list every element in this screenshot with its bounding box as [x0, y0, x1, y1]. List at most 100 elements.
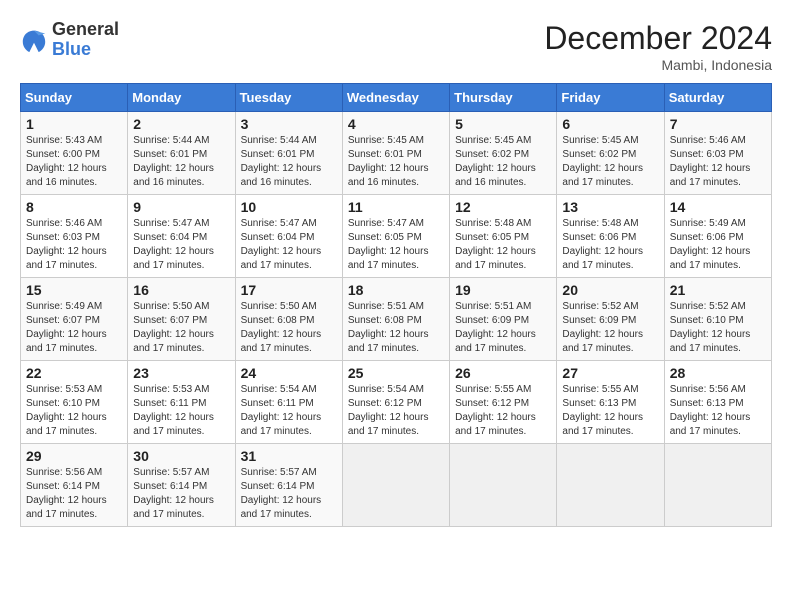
table-row: 16 Sunrise: 5:50 AM Sunset: 6:07 PM Dayl…	[128, 278, 235, 361]
col-saturday: Saturday	[664, 84, 771, 112]
col-sunday: Sunday	[21, 84, 128, 112]
day-number: 26	[455, 365, 551, 381]
day-info: Sunrise: 5:57 AM Sunset: 6:14 PM Dayligh…	[133, 466, 229, 522]
calendar-week-row: 22 Sunrise: 5:53 AM Sunset: 6:10 PM Dayl…	[21, 361, 772, 444]
calendar-week-row: 1 Sunrise: 5:43 AM Sunset: 6:00 PM Dayli…	[21, 112, 772, 195]
day-number: 1	[26, 116, 122, 132]
calendar-week-row: 15 Sunrise: 5:49 AM Sunset: 6:07 PM Dayl…	[21, 278, 772, 361]
day-number: 7	[670, 116, 766, 132]
table-row: 31 Sunrise: 5:57 AM Sunset: 6:14 PM Dayl…	[235, 444, 342, 527]
logo-general: General	[52, 20, 119, 40]
day-info: Sunrise: 5:46 AM Sunset: 6:03 PM Dayligh…	[670, 134, 766, 190]
location-subtitle: Mambi, Indonesia	[544, 57, 772, 73]
table-row: 4 Sunrise: 5:45 AM Sunset: 6:01 PM Dayli…	[342, 112, 449, 195]
table-row: 18 Sunrise: 5:51 AM Sunset: 6:08 PM Dayl…	[342, 278, 449, 361]
day-info: Sunrise: 5:54 AM Sunset: 6:11 PM Dayligh…	[241, 383, 337, 439]
day-number: 16	[133, 282, 229, 298]
day-info: Sunrise: 5:56 AM Sunset: 6:13 PM Dayligh…	[670, 383, 766, 439]
table-row: 13 Sunrise: 5:48 AM Sunset: 6:06 PM Dayl…	[557, 195, 664, 278]
day-info: Sunrise: 5:49 AM Sunset: 6:07 PM Dayligh…	[26, 300, 122, 356]
day-info: Sunrise: 5:53 AM Sunset: 6:11 PM Dayligh…	[133, 383, 229, 439]
day-number: 11	[348, 199, 444, 215]
day-info: Sunrise: 5:52 AM Sunset: 6:10 PM Dayligh…	[670, 300, 766, 356]
table-row: 9 Sunrise: 5:47 AM Sunset: 6:04 PM Dayli…	[128, 195, 235, 278]
table-row: 6 Sunrise: 5:45 AM Sunset: 6:02 PM Dayli…	[557, 112, 664, 195]
day-number: 4	[348, 116, 444, 132]
day-number: 8	[26, 199, 122, 215]
day-number: 17	[241, 282, 337, 298]
table-row: 2 Sunrise: 5:44 AM Sunset: 6:01 PM Dayli…	[128, 112, 235, 195]
table-row	[557, 444, 664, 527]
day-info: Sunrise: 5:56 AM Sunset: 6:14 PM Dayligh…	[26, 466, 122, 522]
calendar-table: Sunday Monday Tuesday Wednesday Thursday…	[20, 83, 772, 527]
day-number: 20	[562, 282, 658, 298]
day-number: 10	[241, 199, 337, 215]
table-row: 23 Sunrise: 5:53 AM Sunset: 6:11 PM Dayl…	[128, 361, 235, 444]
day-number: 6	[562, 116, 658, 132]
day-info: Sunrise: 5:43 AM Sunset: 6:00 PM Dayligh…	[26, 134, 122, 190]
table-row: 11 Sunrise: 5:47 AM Sunset: 6:05 PM Dayl…	[342, 195, 449, 278]
day-info: Sunrise: 5:51 AM Sunset: 6:09 PM Dayligh…	[455, 300, 551, 356]
col-monday: Monday	[128, 84, 235, 112]
table-row: 29 Sunrise: 5:56 AM Sunset: 6:14 PM Dayl…	[21, 444, 128, 527]
table-row: 3 Sunrise: 5:44 AM Sunset: 6:01 PM Dayli…	[235, 112, 342, 195]
table-row: 24 Sunrise: 5:54 AM Sunset: 6:11 PM Dayl…	[235, 361, 342, 444]
day-number: 14	[670, 199, 766, 215]
table-row: 14 Sunrise: 5:49 AM Sunset: 6:06 PM Dayl…	[664, 195, 771, 278]
day-info: Sunrise: 5:55 AM Sunset: 6:13 PM Dayligh…	[562, 383, 658, 439]
day-number: 13	[562, 199, 658, 215]
calendar-week-row: 8 Sunrise: 5:46 AM Sunset: 6:03 PM Dayli…	[21, 195, 772, 278]
day-info: Sunrise: 5:50 AM Sunset: 6:07 PM Dayligh…	[133, 300, 229, 356]
table-row: 17 Sunrise: 5:50 AM Sunset: 6:08 PM Dayl…	[235, 278, 342, 361]
day-number: 12	[455, 199, 551, 215]
table-row: 26 Sunrise: 5:55 AM Sunset: 6:12 PM Dayl…	[450, 361, 557, 444]
day-info: Sunrise: 5:47 AM Sunset: 6:04 PM Dayligh…	[133, 217, 229, 273]
day-info: Sunrise: 5:54 AM Sunset: 6:12 PM Dayligh…	[348, 383, 444, 439]
table-row: 30 Sunrise: 5:57 AM Sunset: 6:14 PM Dayl…	[128, 444, 235, 527]
day-number: 29	[26, 448, 122, 464]
table-row: 10 Sunrise: 5:47 AM Sunset: 6:04 PM Dayl…	[235, 195, 342, 278]
day-info: Sunrise: 5:51 AM Sunset: 6:08 PM Dayligh…	[348, 300, 444, 356]
table-row: 21 Sunrise: 5:52 AM Sunset: 6:10 PM Dayl…	[664, 278, 771, 361]
day-number: 5	[455, 116, 551, 132]
table-row: 25 Sunrise: 5:54 AM Sunset: 6:12 PM Dayl…	[342, 361, 449, 444]
day-info: Sunrise: 5:45 AM Sunset: 6:02 PM Dayligh…	[562, 134, 658, 190]
day-info: Sunrise: 5:48 AM Sunset: 6:06 PM Dayligh…	[562, 217, 658, 273]
day-info: Sunrise: 5:44 AM Sunset: 6:01 PM Dayligh…	[133, 134, 229, 190]
col-wednesday: Wednesday	[342, 84, 449, 112]
day-number: 2	[133, 116, 229, 132]
day-info: Sunrise: 5:44 AM Sunset: 6:01 PM Dayligh…	[241, 134, 337, 190]
table-row	[664, 444, 771, 527]
month-title: December 2024	[544, 20, 772, 57]
day-number: 24	[241, 365, 337, 381]
day-number: 15	[26, 282, 122, 298]
calendar-week-row: 29 Sunrise: 5:56 AM Sunset: 6:14 PM Dayl…	[21, 444, 772, 527]
day-number: 28	[670, 365, 766, 381]
day-number: 23	[133, 365, 229, 381]
day-number: 31	[241, 448, 337, 464]
day-number: 3	[241, 116, 337, 132]
table-row	[450, 444, 557, 527]
day-info: Sunrise: 5:50 AM Sunset: 6:08 PM Dayligh…	[241, 300, 337, 356]
table-row: 20 Sunrise: 5:52 AM Sunset: 6:09 PM Dayl…	[557, 278, 664, 361]
day-number: 27	[562, 365, 658, 381]
title-block: December 2024 Mambi, Indonesia	[544, 20, 772, 73]
day-info: Sunrise: 5:47 AM Sunset: 6:05 PM Dayligh…	[348, 217, 444, 273]
day-number: 18	[348, 282, 444, 298]
table-row	[342, 444, 449, 527]
table-row: 1 Sunrise: 5:43 AM Sunset: 6:00 PM Dayli…	[21, 112, 128, 195]
day-number: 22	[26, 365, 122, 381]
logo-text: General Blue	[52, 20, 119, 60]
logo-icon	[20, 26, 48, 54]
table-row: 22 Sunrise: 5:53 AM Sunset: 6:10 PM Dayl…	[21, 361, 128, 444]
day-number: 9	[133, 199, 229, 215]
day-info: Sunrise: 5:57 AM Sunset: 6:14 PM Dayligh…	[241, 466, 337, 522]
table-row: 15 Sunrise: 5:49 AM Sunset: 6:07 PM Dayl…	[21, 278, 128, 361]
table-row: 27 Sunrise: 5:55 AM Sunset: 6:13 PM Dayl…	[557, 361, 664, 444]
table-row: 19 Sunrise: 5:51 AM Sunset: 6:09 PM Dayl…	[450, 278, 557, 361]
col-tuesday: Tuesday	[235, 84, 342, 112]
day-number: 21	[670, 282, 766, 298]
day-info: Sunrise: 5:48 AM Sunset: 6:05 PM Dayligh…	[455, 217, 551, 273]
day-info: Sunrise: 5:55 AM Sunset: 6:12 PM Dayligh…	[455, 383, 551, 439]
col-friday: Friday	[557, 84, 664, 112]
